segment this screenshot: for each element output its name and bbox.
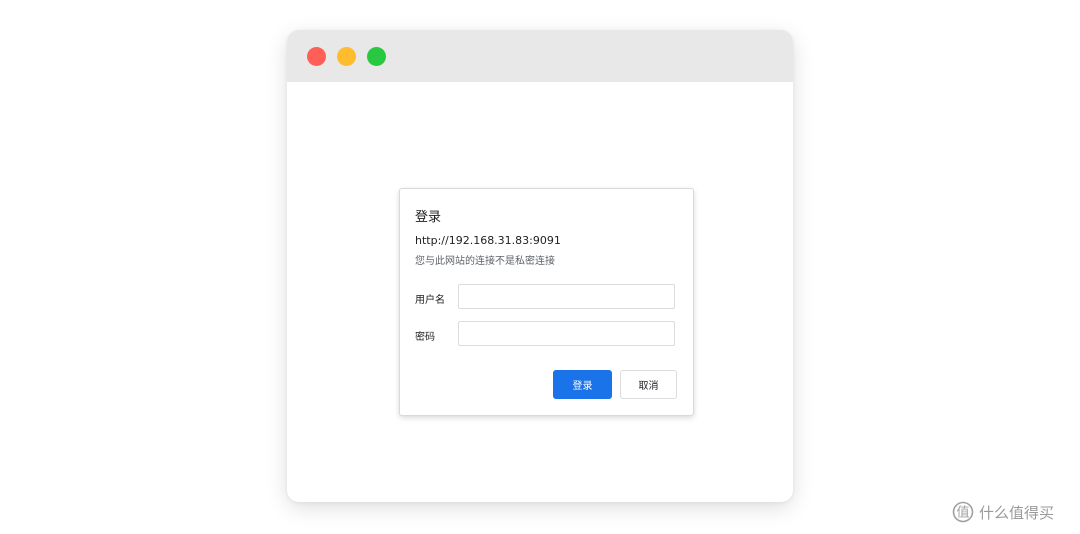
watermark-text: 什么值得买 xyxy=(979,503,1055,522)
password-input[interactable] xyxy=(458,321,675,346)
watermark: 值 什么值得买 xyxy=(952,500,1054,524)
maximize-icon[interactable] xyxy=(367,47,386,66)
close-icon[interactable] xyxy=(307,47,326,66)
connection-warning: 您与此网站的连接不是私密连接 xyxy=(415,256,555,267)
cancel-button[interactable]: 取消 xyxy=(620,370,677,399)
username-label: 用户名 xyxy=(415,295,445,306)
login-button[interactable]: 登录 xyxy=(553,370,612,399)
svg-text:值: 值 xyxy=(956,505,969,521)
smzdm-logo-icon: 值 xyxy=(952,501,974,523)
minimize-icon[interactable] xyxy=(337,47,356,66)
window-titlebar xyxy=(287,30,793,82)
auth-dialog: 登录 http://192.168.31.83:9091 您与此网站的连接不是私… xyxy=(399,188,694,416)
dialog-title: 登录 xyxy=(415,210,442,225)
password-label: 密码 xyxy=(415,332,435,343)
dialog-url: http://192.168.31.83:9091 xyxy=(415,234,561,247)
username-input[interactable] xyxy=(458,284,675,309)
